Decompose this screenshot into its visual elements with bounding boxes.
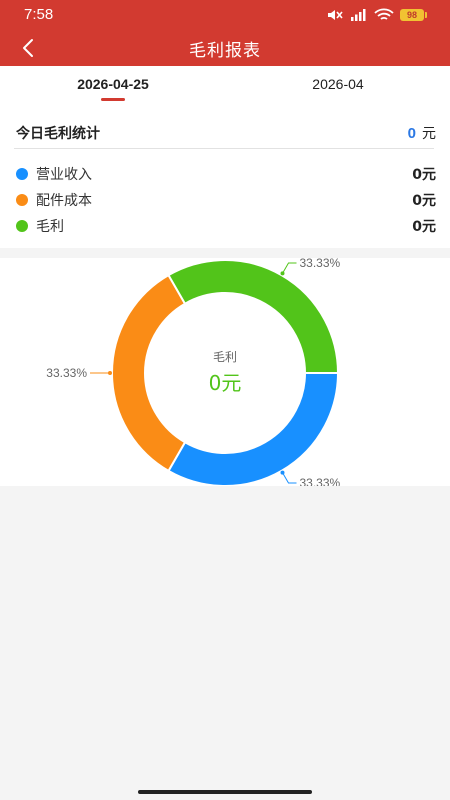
row-label: 配件成本 xyxy=(36,193,92,209)
summary-total-value: 0 xyxy=(407,125,416,142)
chart-center-label: 毛利 xyxy=(213,350,237,364)
summary-card: 今日毛利统计 0元 营业收入 0元 配件成本 0元 毛利 0元 xyxy=(0,108,450,248)
status-icons: 98 xyxy=(326,8,427,22)
donut-leader-dot xyxy=(280,271,285,276)
tab-day[interactable]: 2026-04-25 xyxy=(33,76,193,92)
page-title: 毛利报表 xyxy=(189,41,261,61)
row-value: 0元 xyxy=(412,193,436,209)
donut-leader-dot xyxy=(280,470,285,475)
summary-total: 0元 xyxy=(408,123,436,143)
divider xyxy=(14,148,434,149)
donut-slice-revenue[interactable] xyxy=(167,372,340,487)
donut-leader-line xyxy=(282,262,297,274)
donut-slice-gross-profit[interactable] xyxy=(167,259,340,374)
donut-slice-parts-cost[interactable] xyxy=(111,273,187,473)
wifi-icon xyxy=(374,8,394,20)
summary-row-revenue: 营业收入 0元 xyxy=(16,162,436,186)
chart-center-value: 0元 xyxy=(209,371,242,395)
donut-leader-line xyxy=(282,472,297,484)
legend-dot-revenue xyxy=(16,168,28,180)
tab-indicator xyxy=(101,98,125,101)
donut-chart-card: 33.33% 33.33% 33.33% 毛利 0元 xyxy=(0,256,450,490)
row-value: 0元 xyxy=(412,167,436,183)
signal-icon xyxy=(351,9,366,21)
row-label: 营业收入 xyxy=(36,167,92,183)
donut-slice-label: 33.33% xyxy=(300,258,341,270)
mute-icon xyxy=(328,10,343,20)
status-bar: 7:58 98 xyxy=(0,0,450,30)
row-value: 0元 xyxy=(412,219,436,235)
navigation-bar: 毛利报表 xyxy=(0,30,450,66)
donut-slice-label: 33.33% xyxy=(46,366,87,380)
home-indicator xyxy=(138,790,312,794)
summary-total-unit: 元 xyxy=(422,126,436,142)
summary-header: 今日毛利统计 0元 xyxy=(16,118,436,148)
app-header: 7:58 98 毛利报表 xyxy=(0,0,450,66)
tab-month[interactable]: 2026-04 xyxy=(258,76,418,92)
summary-title: 今日毛利统计 xyxy=(16,126,100,142)
date-tabs: 2026-04-25 2026-04 xyxy=(0,66,450,108)
summary-row-gross-profit: 毛利 0元 xyxy=(16,214,436,238)
donut-slice-label: 33.33% xyxy=(300,476,341,486)
legend-dot-parts-cost xyxy=(16,194,28,206)
donut-leader-dot xyxy=(108,371,112,375)
battery-icon: 98 xyxy=(400,9,427,21)
status-time: 7:58 xyxy=(24,6,54,23)
legend-dot-gross-profit xyxy=(16,220,28,232)
summary-row-parts-cost: 配件成本 0元 xyxy=(16,188,436,212)
donut-chart: 33.33% 33.33% 33.33% 毛利 0元 xyxy=(46,256,341,490)
row-label: 毛利 xyxy=(36,219,64,235)
